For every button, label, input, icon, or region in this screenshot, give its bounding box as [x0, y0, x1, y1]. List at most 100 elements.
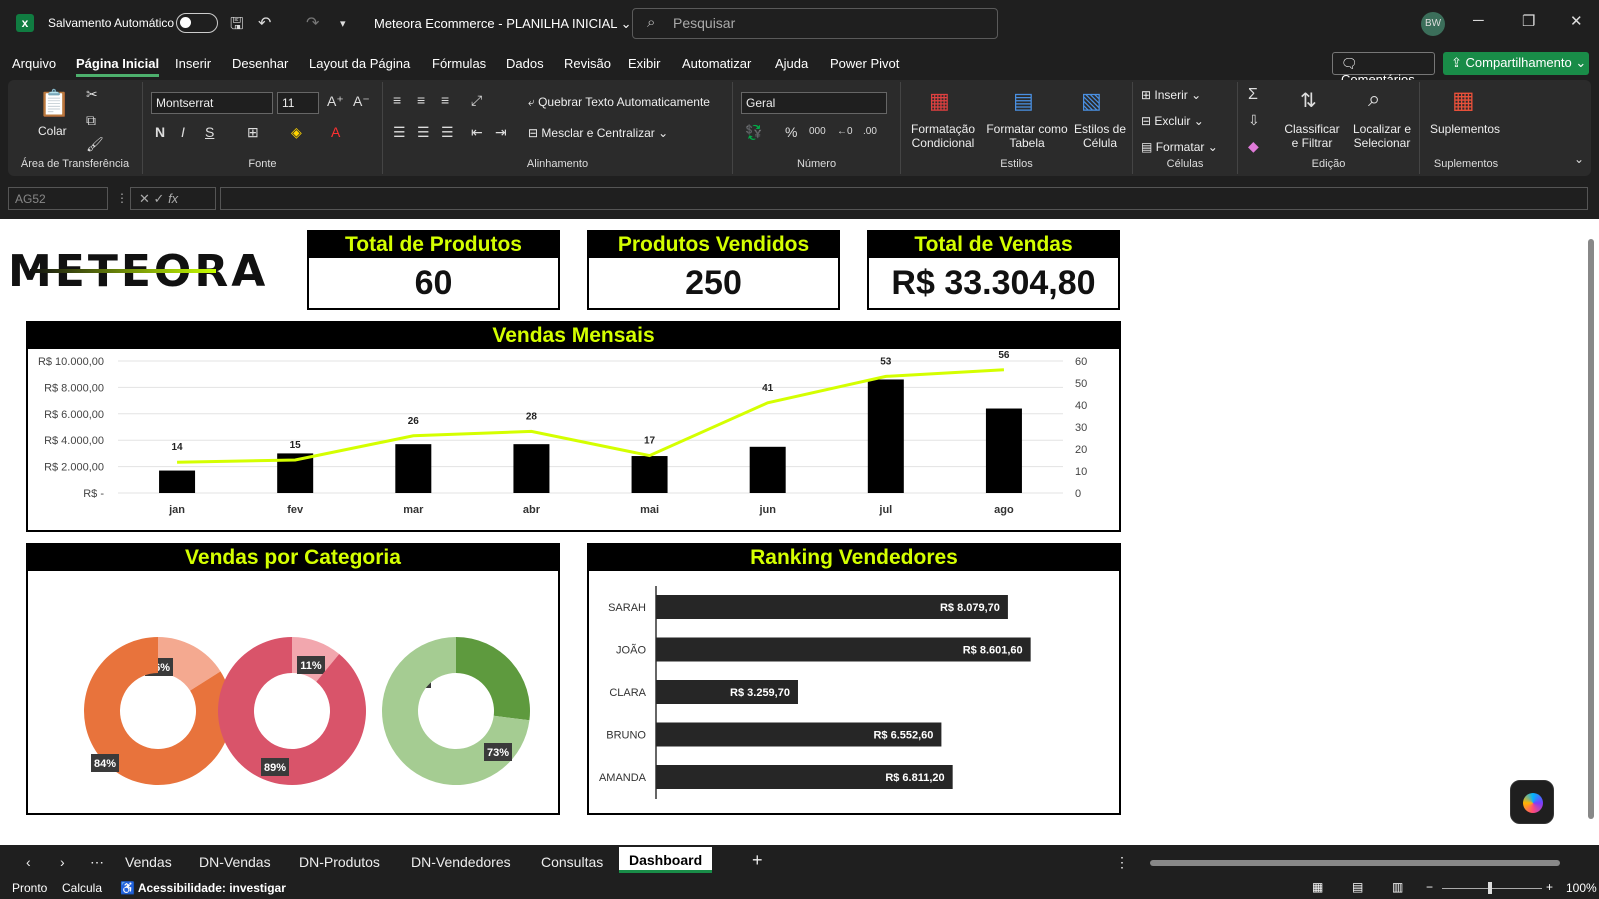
cancel-icon[interactable]: ✕ — [139, 191, 150, 206]
more-sheets-icon[interactable]: ⋯ — [90, 854, 104, 871]
format-table-button[interactable]: Formatar como Tabela — [983, 122, 1071, 150]
tab-inserir[interactable]: Inserir — [175, 56, 211, 71]
save-icon[interactable]: 🖫 — [230, 13, 244, 40]
zoom-in-icon[interactable]: + — [1546, 880, 1553, 894]
font-color-icon[interactable]: A — [331, 124, 340, 140]
autosum-icon[interactable]: Σ — [1248, 86, 1258, 104]
next-sheet-icon[interactable]: › — [60, 854, 65, 870]
tab-exibir[interactable]: Exibir — [628, 56, 661, 71]
restore-icon[interactable]: ❐ — [1522, 12, 1535, 30]
prev-sheet-icon[interactable]: ‹ — [26, 854, 31, 870]
accounting-icon[interactable]: 💱 — [745, 124, 762, 141]
minimize-icon[interactable]: ─ — [1473, 12, 1484, 29]
tab-dn-vendedores[interactable]: DN-Vendedores — [411, 854, 511, 870]
tab-ajuda[interactable]: Ajuda — [775, 56, 808, 71]
align-right-icon[interactable]: ☰ — [441, 124, 454, 141]
cut-icon[interactable]: ✂ — [86, 86, 98, 103]
formula-buttons[interactable]: ✕ ✓ fx — [130, 187, 216, 210]
format-cells-button[interactable]: ▤ Formatar ⌄ — [1141, 140, 1218, 154]
increase-font-icon[interactable]: A⁺ — [327, 93, 344, 110]
zoom-level[interactable]: 100% — [1566, 881, 1597, 895]
normal-view-icon[interactable]: ▦ — [1312, 880, 1323, 894]
conditional-formatting-button[interactable]: Formatação Condicional — [905, 122, 981, 150]
page-break-icon[interactable]: ▥ — [1392, 880, 1403, 894]
search-input[interactable]: ⌕ Pesquisar — [632, 8, 998, 39]
number-format-select[interactable]: Geral — [741, 92, 887, 114]
font-family-select[interactable]: Montserrat — [151, 92, 273, 114]
collapse-ribbon-icon[interactable]: ⌄ — [1574, 152, 1584, 166]
merge-center-button[interactable]: ⊟ Mesclar e Centralizar ⌄ — [528, 126, 668, 140]
align-bottom-icon[interactable]: ≡ — [441, 92, 449, 108]
undo-icon[interactable]: ↶ — [258, 13, 271, 33]
decrease-decimal-icon[interactable]: .00 — [863, 126, 877, 137]
fill-color-icon[interactable]: ◈ — [291, 124, 302, 141]
tab-power-pivot[interactable]: Power Pivot — [830, 56, 899, 71]
comments-button[interactable]: 🗨 Comentários — [1332, 52, 1435, 87]
copy-icon[interactable]: ⧉ — [86, 112, 96, 129]
tab-dados[interactable]: Dados — [506, 56, 544, 71]
clear-icon[interactable]: ◆ — [1248, 138, 1259, 155]
italic-icon[interactable]: I — [181, 124, 185, 140]
wrap-text-button[interactable]: ⤶ Quebrar Texto Automaticamente — [528, 95, 710, 110]
align-top-icon[interactable]: ≡ — [393, 92, 401, 108]
borders-icon[interactable]: ⊞ — [247, 124, 259, 141]
align-left-icon[interactable]: ☰ — [393, 124, 406, 141]
fx-icon[interactable]: fx — [168, 191, 178, 206]
horizontal-scrollbar[interactable] — [1150, 860, 1560, 866]
fill-icon[interactable]: ⇩ — [1248, 112, 1260, 129]
tab-layout[interactable]: Layout da Página — [309, 56, 410, 71]
insert-cells-button[interactable]: ⊞ Inserir ⌄ — [1141, 88, 1201, 102]
copilot-button[interactable] — [1510, 780, 1554, 824]
name-box[interactable]: AG52 — [8, 187, 108, 210]
addins-icon[interactable]: ▦ — [1452, 86, 1475, 115]
customize-toolbar-icon[interactable]: ▾ — [340, 17, 346, 30]
conditional-formatting-icon[interactable]: ▦ — [929, 88, 950, 114]
addins-button[interactable]: Suplementos — [1430, 122, 1500, 136]
tab-desenhar[interactable]: Desenhar — [232, 56, 288, 71]
format-painter-icon[interactable]: 🖌 — [86, 136, 104, 153]
tab-dn-produtos[interactable]: DN-Produtos — [299, 854, 380, 870]
bold-icon[interactable]: N — [155, 124, 165, 140]
formula-input[interactable] — [220, 187, 1588, 210]
redo-icon[interactable]: ↷ — [306, 13, 319, 33]
tab-arquivo[interactable]: Arquivo — [12, 56, 56, 71]
increase-indent-icon[interactable]: ⇥ — [495, 124, 507, 141]
decrease-indent-icon[interactable]: ⇤ — [471, 124, 483, 141]
tab-vendas[interactable]: Vendas — [125, 854, 172, 870]
add-sheet-icon[interactable]: + — [752, 850, 763, 871]
tab-consultas[interactable]: Consultas — [541, 854, 603, 870]
align-center-icon[interactable]: ☰ — [417, 124, 430, 141]
tab-formulas[interactable]: Fórmulas — [432, 56, 486, 71]
align-middle-icon[interactable]: ≡ — [417, 92, 425, 108]
cell-styles-button[interactable]: Estilos de Célula — [1071, 122, 1129, 150]
zoom-slider[interactable] — [1442, 888, 1542, 889]
decrease-font-icon[interactable]: A⁻ — [353, 93, 370, 110]
format-table-icon[interactable]: ▤ — [1013, 88, 1034, 114]
zoom-out-icon[interactable]: − — [1426, 880, 1433, 894]
tab-pagina-inicial[interactable]: Página Inicial — [76, 56, 160, 77]
underline-icon[interactable]: S — [205, 124, 214, 140]
sort-filter-icon[interactable]: ⇅ — [1300, 88, 1317, 113]
scroll-thumb[interactable] — [1588, 239, 1594, 819]
close-icon[interactable]: ✕ — [1570, 12, 1583, 30]
confirm-icon[interactable]: ✓ — [154, 191, 165, 206]
font-size-select[interactable]: 11 — [277, 92, 319, 114]
percent-icon[interactable]: % — [785, 124, 797, 140]
accessibility-status[interactable]: ♿ Acessibilidade: investigar — [120, 881, 286, 895]
tab-dn-vendas[interactable]: DN-Vendas — [199, 854, 271, 870]
tab-revisao[interactable]: Revisão — [564, 56, 611, 71]
orientation-icon[interactable]: ⤢ — [471, 92, 482, 109]
avatar[interactable]: BW — [1421, 12, 1445, 36]
tab-dashboard[interactable]: Dashboard — [619, 847, 713, 873]
autosave-toggle[interactable] — [176, 13, 218, 33]
tab-options-icon[interactable]: ⋮ — [1115, 854, 1129, 871]
vertical-scrollbar[interactable] — [1584, 219, 1599, 845]
share-button[interactable]: ⇪ Compartilhamento ⌄ — [1443, 52, 1589, 75]
more-options-icon[interactable]: ⋮ — [116, 191, 128, 205]
zoom-slider-thumb[interactable] — [1488, 882, 1492, 894]
paste-icon[interactable]: 📋 — [38, 88, 70, 119]
increase-decimal-icon[interactable]: ←0 — [837, 126, 853, 137]
find-select-button[interactable]: Localizar e Selecionar — [1346, 122, 1418, 150]
delete-cells-button[interactable]: ⊟ Excluir ⌄ — [1141, 114, 1204, 128]
document-title[interactable]: Meteora Ecommerce - PLANILHA INICIAL ⌄ — [374, 16, 632, 32]
